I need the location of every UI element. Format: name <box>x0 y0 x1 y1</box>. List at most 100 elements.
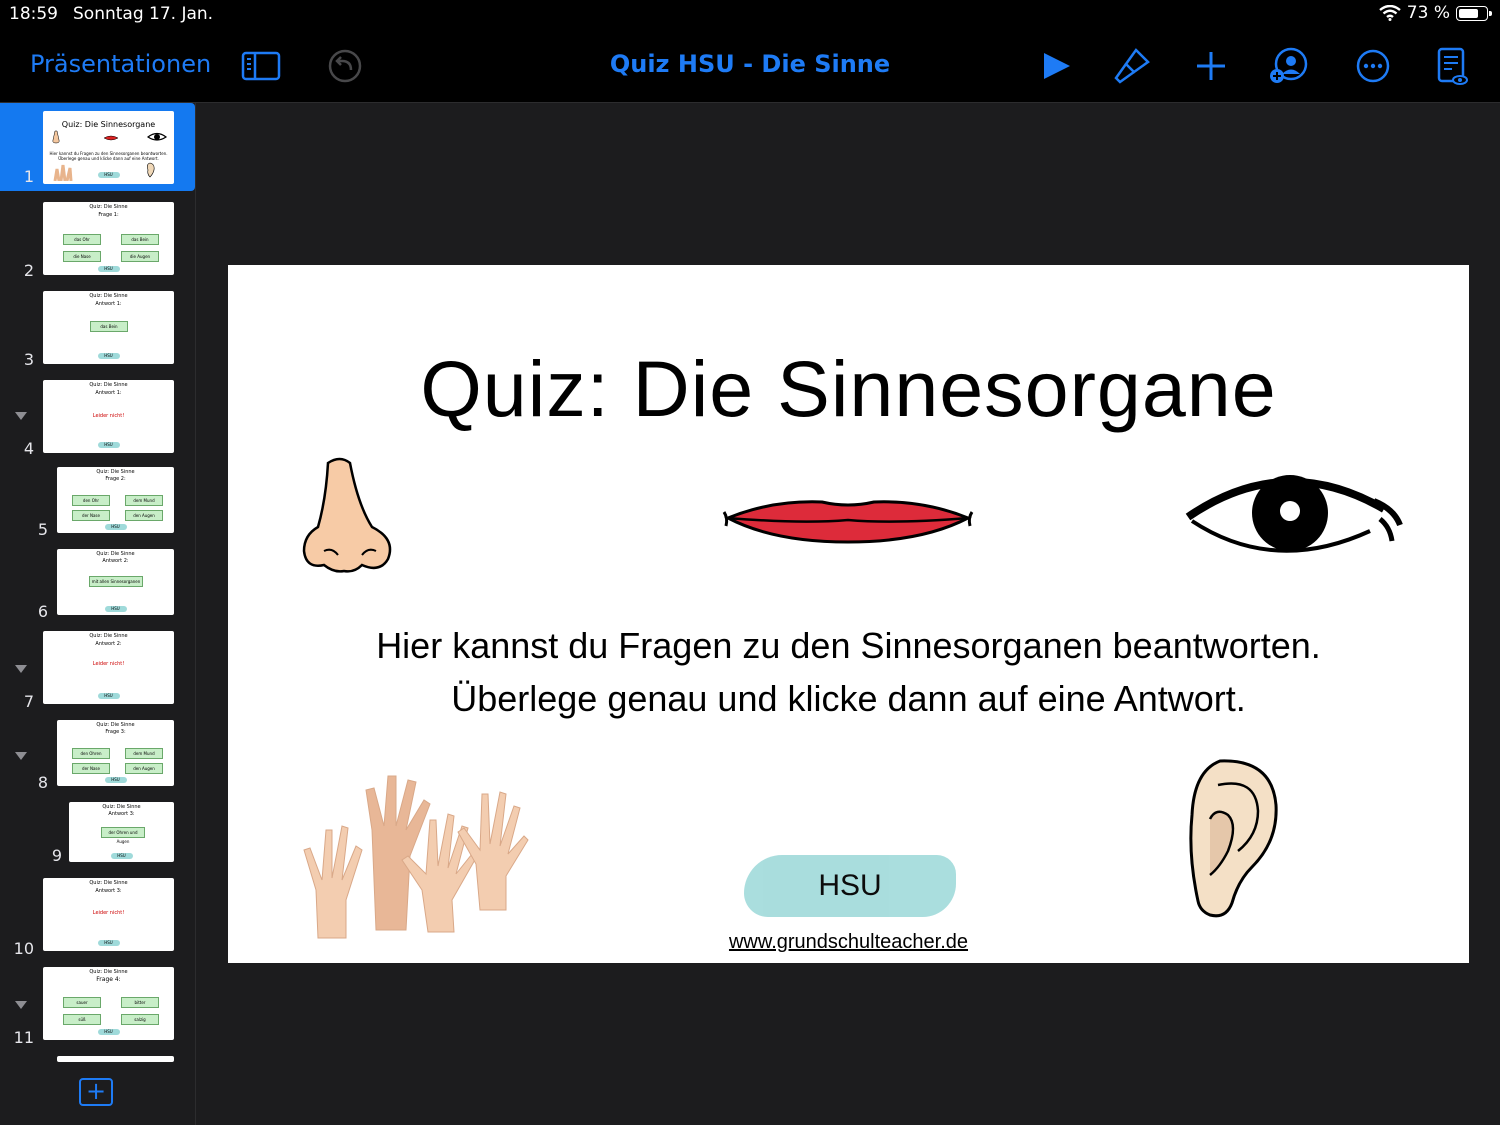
battery-icon <box>1456 5 1492 21</box>
thumb-subtitle: Frage 3: <box>105 729 126 735</box>
collapse-chevron-icon[interactable] <box>15 412 27 420</box>
website-link[interactable]: www.grundschulteacher.de <box>228 931 1469 954</box>
lips-icon <box>103 135 119 141</box>
slide-number: 1 <box>23 167 34 186</box>
thumb-hsu-badge: HSU <box>104 524 127 530</box>
slide-text-line-1[interactable]: Hier kannst du Fragen zu den Sinnesorgan… <box>228 625 1469 667</box>
thumb-subtitle: Antwort 2: <box>102 558 129 564</box>
ear-icon <box>147 162 155 178</box>
thumb-answer: die Nase <box>63 251 101 262</box>
slide-thumbnail-3[interactable]: 3 Quiz: Die Sinne Antwort 1: das Bein HS… <box>0 287 195 369</box>
thumb-answer: die Augen <box>121 251 159 262</box>
thumb-hsu-badge: HSU <box>97 172 120 178</box>
thumb-title: Quiz: Die Sinne <box>89 880 128 886</box>
slide-number: 2 <box>23 261 34 280</box>
thumb-title: Quiz: Die Sinne <box>96 722 135 728</box>
presenter-notes-button[interactable] <box>1430 44 1474 88</box>
collapse-chevron-icon[interactable] <box>15 752 27 760</box>
thumb-title: Quiz: Die Sinne <box>102 804 141 810</box>
thumb-hsu-badge: HSU <box>97 442 120 448</box>
wifi-icon <box>1379 5 1401 21</box>
slide-thumbnail-4[interactable]: 4 Quiz: Die Sinne Antwort 1: Leider nich… <box>0 376 195 458</box>
slide-number: 5 <box>37 520 48 539</box>
thumb-note: Leider nicht! <box>92 413 125 419</box>
thumb-hsu-badge: HSU <box>104 606 127 612</box>
slide-thumbnail-partial[interactable] <box>57 1056 174 1062</box>
thumb-hsu-badge: HSU <box>97 940 120 946</box>
thumb-answer: der Nase <box>72 763 110 774</box>
toolbar: Präsentationen Quiz HSU - Die Sinne <box>0 30 1500 103</box>
thumb-subtitle: Frage 4: <box>96 976 121 983</box>
status-date: Sonntag 17. Jan. <box>73 4 214 24</box>
slide-preview: Quiz: Die Sinne Frage 2: den Ohr dem Mun… <box>57 467 174 533</box>
thumb-subtitle: Frage 2: <box>105 476 126 482</box>
status-bar: 18:59 Sonntag 17. Jan. 73 % <box>0 0 1500 30</box>
thumb-subtitle: Antwort 3: <box>95 888 122 894</box>
slide-thumbnail-5[interactable]: 5 Quiz: Die Sinne Frage 2: den Ohr dem M… <box>0 465 195 543</box>
battery-fill <box>1459 8 1478 18</box>
thumb-subtitle: Antwort 1: <box>95 390 122 396</box>
add-slide-button[interactable]: + <box>79 1078 113 1106</box>
slide-number: 7 <box>23 692 34 711</box>
hands-icon[interactable] <box>296 770 536 940</box>
play-button[interactable] <box>1034 44 1078 88</box>
nose-icon[interactable] <box>300 455 400 575</box>
slide-preview: Quiz: Die Sinne Frage 1: das Ohr das Bei… <box>43 202 174 275</box>
status-time: 18:59 <box>9 4 58 24</box>
thumb-title: Quiz: Die Sinnesorgane <box>61 120 156 129</box>
slide-number: 3 <box>23 350 34 369</box>
thumb-answer: den Augen <box>125 763 163 774</box>
presenter-notes-icon <box>1437 47 1468 85</box>
slide-navigator[interactable]: 1 Quiz: Die Sinnesorgane Hier kannst du … <box>0 103 196 1125</box>
thumb-answer: den Augen <box>125 510 163 521</box>
slide-number: 10 <box>13 939 34 958</box>
thumb-subtitle: Antwort 3: <box>108 811 135 817</box>
slide-thumbnail-6[interactable]: 6 Quiz: Die Sinne Antwort 2: mit allen S… <box>0 547 195 625</box>
battery-percent: 73 % <box>1406 3 1450 23</box>
slide-thumbnail-11[interactable]: 11 Quiz: Die Sinne Frage 4: sauer bitter… <box>0 965 195 1047</box>
slide-thumbnail-10[interactable]: 10 Quiz: Die Sinne Antwort 3: Leider nic… <box>0 876 195 958</box>
thumb-title: Quiz: Die Sinne <box>89 293 128 299</box>
thumb-answer: den Ohr <box>72 495 110 506</box>
thumb-title: Quiz: Die Sinne <box>96 551 135 557</box>
slide-title[interactable]: Quiz: Die Sinnesorgane <box>228 343 1469 435</box>
slide-preview: Quiz: Die Sinne Antwort 3: Leider nicht!… <box>43 878 174 951</box>
thumb-subtitle: Frage 1: <box>98 212 119 218</box>
collapse-chevron-icon[interactable] <box>15 665 27 673</box>
slide-thumbnail-9[interactable]: 9 Quiz: Die Sinne Antwort 3: der Ohren u… <box>0 800 195 866</box>
hsu-badge[interactable]: HSU <box>744 855 956 917</box>
slide-thumbnail-2[interactable]: 2 Quiz: Die Sinne Frage 1: das Ohr das B… <box>0 198 195 280</box>
thumb-title: Quiz: Die Sinne <box>89 633 128 639</box>
add-icon <box>1197 52 1225 80</box>
thumb-title: Quiz: Die Sinne <box>89 969 128 975</box>
slide-preview: Quiz: Die Sinnesorgane Hier kannst du Fr… <box>43 111 174 184</box>
eye-icon[interactable] <box>1184 465 1406 585</box>
slide-thumbnail-8[interactable]: 8 Quiz: Die Sinne Frage 3: den Ohren dem… <box>0 718 195 796</box>
thumb-answer: das Ohr <box>63 234 101 245</box>
thumb-note: Leider nicht! <box>92 910 125 916</box>
nose-icon <box>52 130 60 144</box>
thumb-title: Quiz: Die Sinne <box>89 382 128 388</box>
current-slide[interactable]: Quiz: Die Sinnesorgane Hier kannst du Fr… <box>228 265 1469 963</box>
thumb-answer: der Ohren und Augen <box>101 827 145 844</box>
collaborate-button[interactable] <box>1267 44 1311 88</box>
ear-icon[interactable] <box>1180 755 1280 920</box>
thumb-answer: süß <box>63 1014 101 1025</box>
thumb-hsu-badge: HSU <box>97 693 120 699</box>
thumb-text: Überlege genau und klicke dann auf eine … <box>58 156 159 161</box>
add-button[interactable] <box>1189 44 1233 88</box>
slide-text-line-2[interactable]: Überlege genau und klicke dann auf eine … <box>228 678 1469 720</box>
slide-preview: Quiz: Die Sinne Antwort 2: mit allen Sin… <box>57 549 174 615</box>
collapse-chevron-icon[interactable] <box>15 1001 27 1009</box>
thumb-answer: salzig <box>121 1014 159 1025</box>
lips-icon[interactable] <box>722 490 974 550</box>
thumb-answer: der Nase <box>72 510 110 521</box>
more-button[interactable] <box>1351 44 1395 88</box>
slide-preview: Quiz: Die Sinne Antwort 2: Leider nicht!… <box>43 631 174 704</box>
slide-thumbnail-1[interactable]: 1 Quiz: Die Sinnesorgane Hier kannst du … <box>0 103 195 191</box>
slide-preview: Quiz: Die Sinne Antwort 1: das Bein HSU <box>43 291 174 364</box>
thumb-hsu-badge: HSU <box>110 853 133 859</box>
slide-thumbnail-7[interactable]: 7 Quiz: Die Sinne Antwort 2: Leider nich… <box>0 629 195 711</box>
thumb-answer: das Bein <box>90 321 128 332</box>
format-button[interactable] <box>1110 44 1154 88</box>
